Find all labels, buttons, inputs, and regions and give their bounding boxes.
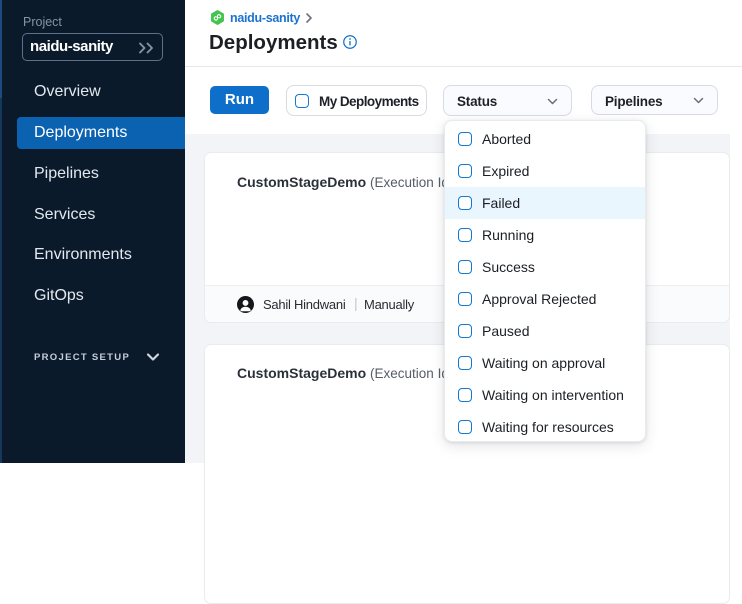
svg-text:∞: ∞ <box>210 10 225 25</box>
